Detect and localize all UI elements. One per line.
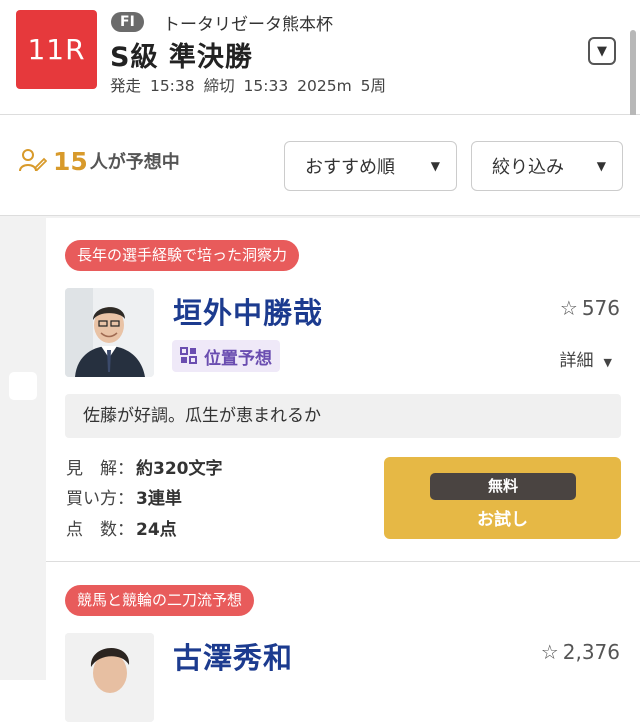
race-title: S級 準決勝 <box>110 42 253 73</box>
count-suffix: 人が予想中 <box>89 152 180 173</box>
start-label: 発走 <box>110 77 142 95</box>
person-pen-icon <box>19 149 47 172</box>
caret-down-icon: ▼ <box>603 356 612 369</box>
start-time: 15:38 <box>149 77 195 95</box>
position-prediction-badge: 位置予想 <box>172 340 280 372</box>
detail-label: 詳細 <box>559 351 594 371</box>
meta-key: 見 解： <box>66 459 134 479</box>
meta-key: 点 数： <box>66 520 134 540</box>
race-number-badge: 11R <box>16 10 97 89</box>
person-photo-icon <box>65 288 154 377</box>
predictor-avatar <box>65 633 154 722</box>
detail-toggle[interactable]: 詳細 ▼ <box>560 346 612 371</box>
favorite-count[interactable]: ☆ 576 <box>560 296 620 320</box>
meta-value: 3連単 <box>136 489 182 509</box>
predictor-count: 15 人が予想中 <box>17 146 180 176</box>
meta-key: 買い方： <box>66 489 134 509</box>
person-photo-icon <box>65 633 154 722</box>
filter-select[interactable]: 絞り込み ▼ <box>471 141 623 191</box>
star-icon: ☆ <box>559 296 578 320</box>
favorite-count[interactable]: ☆ 2,376 <box>541 640 620 664</box>
prediction-comment: 佐藤が好調。瓜生が恵まれるか <box>65 394 621 438</box>
meta-value: 約320文字 <box>136 459 223 479</box>
deadline-label: 締切 <box>203 77 235 95</box>
predictor-avatar <box>65 288 154 377</box>
select-checkbox[interactable] <box>9 372 37 400</box>
race-info: 発走 15:38 締切 15:33 2025m 5周 <box>110 74 390 96</box>
event-name: トータリゼータ熊本杯 <box>163 15 333 35</box>
predictor-tagline: 競馬と競輪の二刀流予想 <box>65 585 255 616</box>
sort-label: おすすめ順 <box>305 157 395 178</box>
caret-down-icon: ▼ <box>596 159 606 173</box>
trial-label: お試し <box>477 510 528 530</box>
star-icon: ☆ <box>540 640 559 664</box>
grid-icon <box>180 347 197 364</box>
count-number: 15 <box>53 147 88 176</box>
predictor-name[interactable]: 古澤秀和 <box>173 635 293 677</box>
laps: 5周 <box>360 77 386 95</box>
star-count: 576 <box>581 296 620 320</box>
meta-row: 買い方： 3連単 <box>66 484 182 509</box>
free-label: 無料 <box>430 473 576 500</box>
predictor-tagline: 長年の選手経験で培った洞察力 <box>65 240 300 271</box>
badge-label: 位置予想 <box>204 348 272 369</box>
grade-badge: FI <box>111 12 144 32</box>
distance: 2025m <box>297 77 352 95</box>
filter-label: 絞り込み <box>492 157 564 178</box>
caret-down-icon: ▼ <box>430 159 440 173</box>
star-count: 2,376 <box>562 640 620 664</box>
meta-row: 点 数： 24点 <box>66 515 177 540</box>
meta-row: 見 解： 約320文字 <box>66 454 223 479</box>
meta-value: 24点 <box>136 520 177 540</box>
predictor-name[interactable]: 垣外中勝哉 <box>173 290 323 332</box>
deadline-time: 15:33 <box>243 77 289 95</box>
race-dropdown-button[interactable]: ▼ <box>588 37 616 65</box>
chevron-down-icon: ▼ <box>597 43 607 59</box>
predictor-card[interactable]: 長年の選手経験で培った洞察力 垣外中勝哉 ☆ 576 位置予想 詳細 ▼ 佐藤が… <box>46 218 640 562</box>
race-header: 11R FI トータリゼータ熊本杯 S級 準決勝 発走 15:38 締切 15:… <box>0 0 640 115</box>
free-trial-button[interactable]: 無料 お試し <box>384 457 621 539</box>
predictor-card[interactable]: 競馬と競輪の二刀流予想 古澤秀和 ☆ 2,376 <box>46 562 640 722</box>
sort-select[interactable]: おすすめ順 ▼ <box>284 141 457 191</box>
